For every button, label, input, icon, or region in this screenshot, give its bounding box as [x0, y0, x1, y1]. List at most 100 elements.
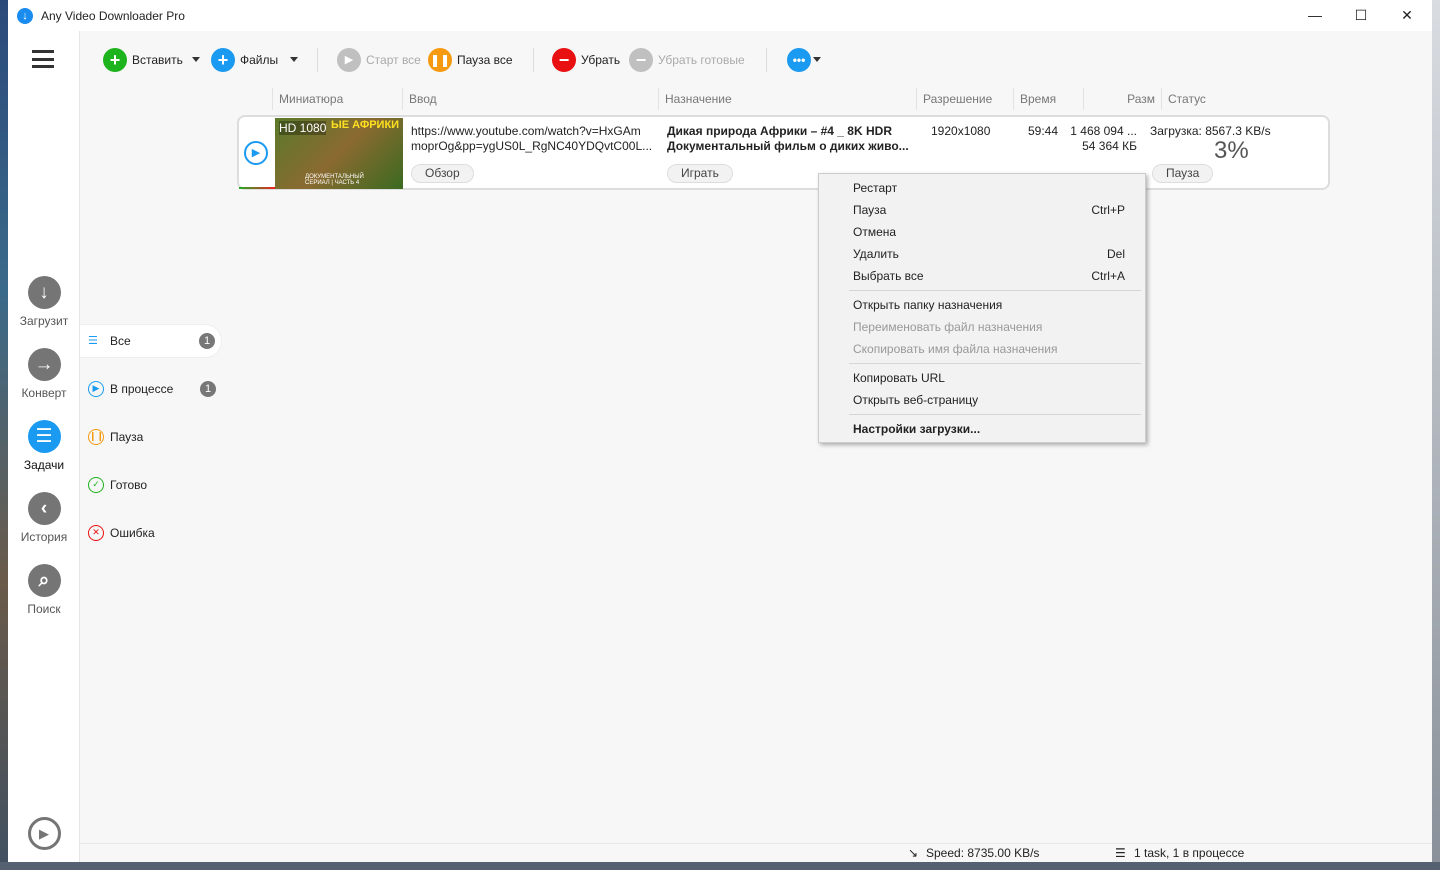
divider: [766, 48, 767, 72]
nav-search[interactable]: ⌕ Поиск: [8, 564, 80, 616]
column-headers: Миниатюра Ввод Назначение Разрешение Вре…: [272, 88, 1342, 110]
thumb-title: ЫЕ АФРИКИ: [331, 119, 400, 131]
column-time[interactable]: Время: [1013, 88, 1083, 110]
menu-divider: [849, 414, 1141, 415]
paste-dropdown-icon[interactable]: [192, 57, 200, 62]
plus-icon: +: [211, 48, 235, 72]
remove-button[interactable]: − Убрать: [552, 48, 620, 72]
close-button[interactable]: ✕: [1384, 0, 1430, 31]
column-resolution[interactable]: Разрешение: [916, 88, 1013, 110]
menu-restart[interactable]: Рестарт: [853, 177, 1125, 199]
menu-cancel[interactable]: Отмена: [853, 221, 1125, 243]
plus-icon: +: [103, 48, 127, 72]
menu-copy-url[interactable]: Копировать URL: [853, 367, 1125, 389]
left-navigation: ↓ Загрузит → Конверт ☰ Задачи ‹ История ⌕ Пои…: [8, 31, 80, 862]
filter-all[interactable]: ☰ Все 1: [80, 324, 222, 358]
more-button[interactable]: •••: [787, 48, 813, 72]
filter-in-progress[interactable]: ▶ В процессе 1: [80, 372, 222, 406]
filter-done[interactable]: ✓ Готово: [80, 468, 222, 502]
nav-history[interactable]: ‹ История: [8, 492, 80, 544]
menu-pause[interactable]: Пауза Ctrl+P: [853, 199, 1125, 221]
start-all-button[interactable]: ▶ Старт все: [337, 48, 421, 72]
status-text: Загрузка: 8567.3 KB/s: [1150, 124, 1271, 138]
browse-button[interactable]: Обзор: [411, 164, 474, 183]
app-window: ↓ Any Video Downloader Pro — ☐ ✕ ↓ Загруз…: [8, 0, 1432, 862]
column-input[interactable]: Ввод: [402, 88, 658, 110]
arrow-right-icon: →: [27, 348, 61, 381]
menu-delete[interactable]: Удалить Del: [853, 243, 1125, 265]
menu-copy-filename[interactable]: Скопировать имя файла назначения: [853, 338, 1125, 360]
minus-icon: −: [552, 48, 576, 72]
thumb-caption: ДОКУМЕНТАЛЬНЫЙ СЕРИАЛ | ЧАСТЬ 4: [305, 174, 364, 186]
divider: [317, 48, 318, 72]
list-icon: ☰: [1115, 846, 1126, 860]
progress-percent: 3%: [1214, 137, 1249, 164]
menu-rename-file[interactable]: Переименовать файл назначения: [853, 316, 1125, 338]
maximize-button[interactable]: ☐: [1338, 0, 1384, 31]
context-menu: Рестарт Пауза Ctrl+P Отмена Удалить Del Вы…: [818, 173, 1146, 443]
nav-convert[interactable]: → Конверт: [8, 348, 80, 400]
nav-label: История: [20, 530, 68, 544]
list-icon: ☰: [88, 335, 98, 347]
desktop-background-right: [1432, 0, 1440, 870]
count-badge: 1: [199, 333, 215, 349]
minus-icon: −: [629, 48, 653, 72]
desktop-background-bottom: [0, 862, 1440, 870]
start-all-label: Старт все: [366, 53, 421, 67]
menu-download-settings[interactable]: Настройки загрузки...: [853, 418, 1125, 440]
size-value: 1 468 094 ... 54 364 КБ: [1070, 124, 1137, 153]
window-title: Any Video Downloader Pro: [41, 8, 185, 23]
remove-done-button[interactable]: − Убрать готовые: [629, 48, 745, 72]
menu-open-webpage[interactable]: Открыть веб-страницу: [853, 389, 1125, 411]
play-button[interactable]: Играть: [667, 164, 733, 183]
thumb-quality: HD 1080: [279, 121, 327, 135]
app-logo-icon: ↓: [17, 7, 33, 24]
tasks-summary: 1 task, 1 в процессе: [1134, 846, 1245, 860]
task-row[interactable]: ▶ HD 1080 ЫЕ АФРИКИ ДОКУМЕНТАЛЬНЫЙ СЕРИА…: [237, 115, 1330, 190]
nav-label: Загрузит: [19, 314, 69, 328]
filter-error[interactable]: ✕ Ошибка: [80, 516, 222, 550]
column-destination[interactable]: Назначение: [658, 88, 916, 110]
toolbar: + Вставить + Файлы ▶ Старт все ❚❚ Пауза все …: [80, 31, 1432, 87]
files-button[interactable]: + Файлы: [211, 48, 278, 72]
more-dots-icon: •••: [787, 48, 811, 72]
play-icon: ▶: [27, 817, 61, 850]
column-thumbnail[interactable]: Миниатюра: [272, 88, 402, 110]
desktop-background: [0, 0, 8, 870]
column-status[interactable]: Статус: [1161, 88, 1341, 110]
destination-name: Дикая природа Африки – #4 _ 8K HDR Докуме…: [667, 124, 909, 153]
remove-label: Убрать: [581, 53, 621, 67]
paste-button[interactable]: + Вставить: [103, 48, 183, 72]
files-dropdown-icon[interactable]: [290, 57, 298, 62]
play-icon: ▶: [337, 48, 361, 72]
check-icon: ✓: [88, 477, 104, 493]
speed-icon: ↘: [908, 846, 919, 860]
chevron-left-icon: ‹: [27, 492, 61, 525]
pause-button[interactable]: Пауза: [1152, 164, 1214, 183]
files-label: Файлы: [240, 53, 279, 67]
video-thumbnail: HD 1080 ЫЕ АФРИКИ ДОКУМЕНТАЛЬНЫЙ СЕРИАЛ …: [275, 118, 403, 189]
play-icon[interactable]: ▶: [244, 141, 268, 165]
status-bar: ↘ Speed: 8735.00 KB/s ☰ 1 task, 1 в проц…: [80, 843, 1432, 862]
play-icon: ▶: [88, 381, 104, 397]
filter-paused[interactable]: ❙❙ Пауза: [80, 420, 222, 454]
list-icon: ☰: [27, 420, 61, 453]
column-size[interactable]: Разм: [1083, 88, 1161, 110]
nav-tasks[interactable]: ☰ Задачи: [8, 420, 80, 472]
title-bar: ↓ Any Video Downloader Pro — ☐ ✕: [8, 0, 1432, 31]
nav-download[interactable]: ↓ Загрузит: [8, 276, 80, 328]
menu-open-folder[interactable]: Открыть папку назначения: [853, 294, 1125, 316]
nav-label: Поиск: [27, 602, 61, 616]
menu-divider: [849, 363, 1141, 364]
download-icon: ↓: [27, 276, 61, 309]
pause-all-button[interactable]: ❚❚ Пауза все: [428, 48, 513, 72]
paste-label: Вставить: [132, 53, 183, 67]
more-dropdown-icon[interactable]: [813, 57, 821, 62]
nav-label: Задачи: [23, 458, 65, 472]
pause-icon: ❚❚: [428, 48, 452, 72]
speed-text: Speed: 8735.00 KB/s: [926, 846, 1040, 860]
minimize-button[interactable]: —: [1292, 0, 1338, 31]
hamburger-menu-icon[interactable]: [32, 50, 54, 68]
menu-select-all[interactable]: Выбрать все Ctrl+A: [853, 265, 1125, 287]
play-bottom-button[interactable]: ▶: [8, 817, 80, 855]
